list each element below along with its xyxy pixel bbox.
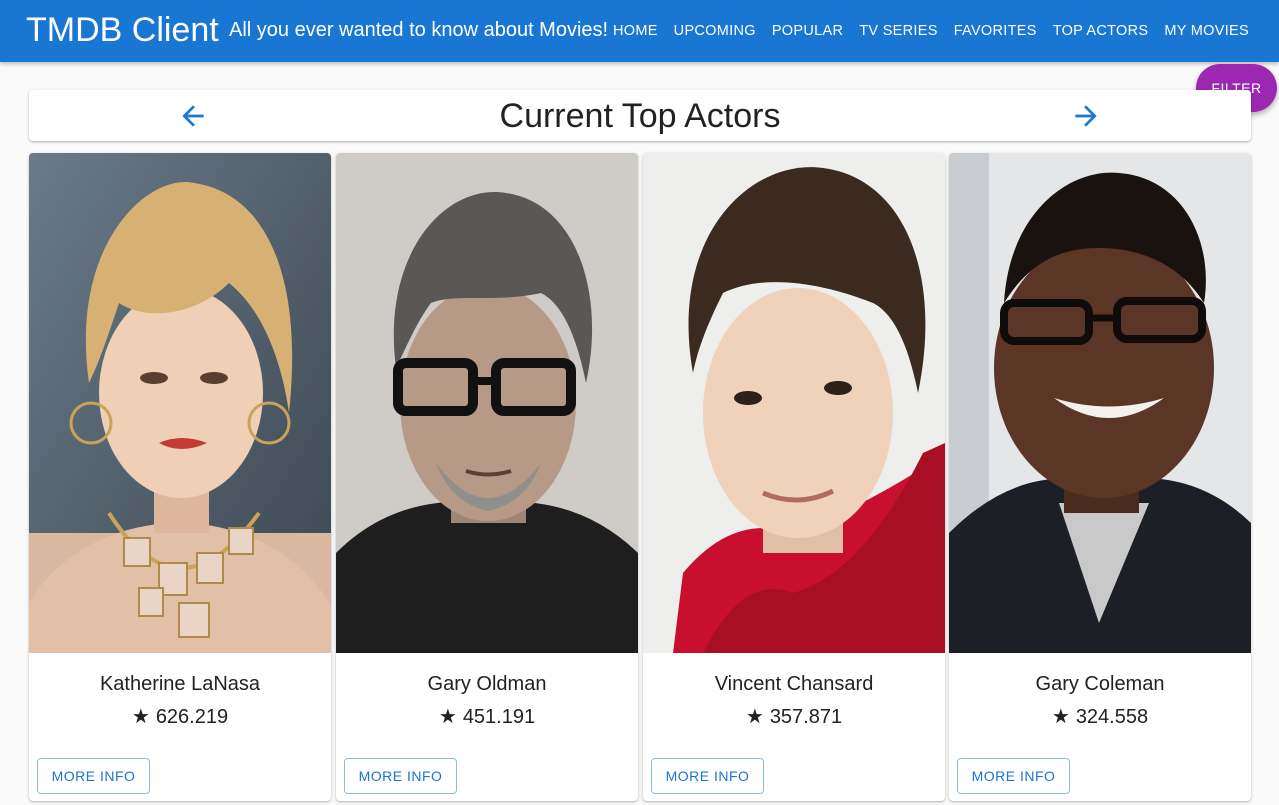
actor-photo[interactable] <box>949 153 1251 653</box>
nav-item-top-actors[interactable]: TOP ACTORS <box>1045 15 1157 47</box>
more-info-button[interactable]: MORE INFO <box>957 758 1070 794</box>
nav-item-favorites[interactable]: FAVORITES <box>946 15 1045 47</box>
actor-name: Gary Oldman <box>427 673 547 695</box>
actor-card: Katherine LaNasa ★ 626.219 MORE INFO <box>29 153 331 801</box>
app-bar: TMDB Client All you ever wanted to know … <box>0 0 1279 62</box>
arrow-right-icon[interactable] <box>1070 100 1102 132</box>
actor-card: Gary Coleman ★ 324.558 MORE INFO <box>949 153 1251 801</box>
nav-item-tv-series[interactable]: TV SERIES <box>851 15 945 47</box>
star-icon: ★ <box>1051 706 1070 728</box>
nav-item-my-movies[interactable]: MY MOVIES <box>1156 15 1257 47</box>
more-info-button[interactable]: MORE INFO <box>651 758 764 794</box>
nav-item-home[interactable]: HOME <box>605 15 666 47</box>
nav-item-popular[interactable]: POPULAR <box>764 15 851 47</box>
actor-popularity: ★ 324.558 <box>949 704 1251 729</box>
star-icon: ★ <box>745 706 764 728</box>
main-nav: HOME UPCOMING POPULAR TV SERIES FAVORITE… <box>605 0 1257 62</box>
app-title[interactable]: TMDB Client <box>26 10 219 50</box>
actor-popularity: ★ 357.871 <box>643 704 945 729</box>
page-title: Current Top Actors <box>499 97 781 135</box>
actor-photo[interactable] <box>29 153 331 653</box>
nav-item-upcoming[interactable]: UPCOMING <box>666 15 764 47</box>
app-tagline: All you ever wanted to know about Movies… <box>229 19 609 41</box>
page-header-card: Current Top Actors <box>29 90 1251 141</box>
more-info-button[interactable]: MORE INFO <box>344 758 457 794</box>
popularity-value: 626.219 <box>155 706 229 728</box>
actor-name: Katherine LaNasa <box>99 673 261 695</box>
popularity-value: 451.191 <box>462 706 536 728</box>
actor-popularity: ★ 451.191 <box>336 704 638 729</box>
star-icon: ★ <box>131 706 150 728</box>
actor-photo[interactable] <box>336 153 638 653</box>
popularity-value: 357.871 <box>769 706 843 728</box>
actor-name: Vincent Chansard <box>714 673 874 695</box>
more-info-button[interactable]: MORE INFO <box>37 758 150 794</box>
actor-photo[interactable] <box>643 153 945 653</box>
actor-card: Gary Oldman ★ 451.191 MORE INFO <box>336 153 638 801</box>
popularity-value: 324.558 <box>1075 706 1149 728</box>
actor-grid: Katherine LaNasa ★ 626.219 MORE INFO Gary… <box>29 153 1251 805</box>
actor-popularity: ★ 626.219 <box>29 704 331 729</box>
star-icon: ★ <box>438 706 457 728</box>
actor-card: Vincent Chansard ★ 357.871 MORE INFO <box>643 153 945 801</box>
actor-name: Gary Coleman <box>1035 673 1165 695</box>
